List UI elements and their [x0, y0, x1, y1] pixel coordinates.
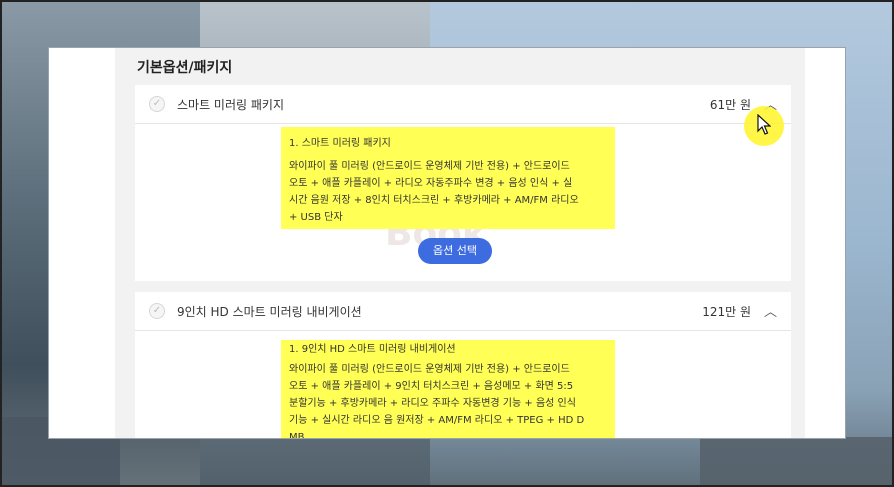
- detail-line: 와이파이 풀 미러링 (안드로이드 운영체제 기반 전용) + 안드로이드: [289, 161, 570, 172]
- package-card-header[interactable]: ✓ 9인치 HD 스마트 미러링 내비게이션 121만 원 ︿: [135, 292, 791, 331]
- package-card: ✓ 스마트 미러링 패키지 61만 원 ︿ Book 1. 스마트 미러링 패키…: [135, 85, 791, 281]
- detail-line: 기능 + 실시간 라디오 음 원저장 + AM/FM 라디오 + TPEG + …: [289, 415, 585, 426]
- check-circle-icon[interactable]: ✓: [149, 303, 165, 319]
- package-name: 9인치 HD 스마트 미러링 내비게이션: [177, 305, 362, 319]
- options-panel: 기본옵션/패키지 ✓ 스마트 미러링 패키지 61만 원 ︿ Book 1. 스…: [115, 48, 805, 439]
- check-circle-icon[interactable]: ✓: [149, 96, 165, 112]
- package-price: 121만 원: [702, 305, 751, 319]
- section-title: 기본옵션/패키지: [137, 60, 233, 76]
- detail-line: 시간 음원 저장 + 8인치 터치스크린 + 후방카메라 + AM/FM 라디오: [289, 195, 579, 206]
- background-building: [700, 437, 894, 487]
- detail-line: 분할기능 + 후방카메라 + 라디오 주파수 자동변경 기능 + 음성 인식: [289, 398, 576, 409]
- content-window: 기본옵션/패키지 ✓ 스마트 미러링 패키지 61만 원 ︿ Book 1. 스…: [48, 47, 846, 439]
- detail-line: 오토 + 애플 카플레이 + 9인치 터치스크린 + 음성메모 + 화면 5:5: [289, 381, 574, 392]
- package-detail-highlight: 1. 9인치 HD 스마트 미러링 내비게이션 와이파이 풀 미러링 (안드로이…: [281, 340, 615, 439]
- detail-line: 오토 + 애플 카플레이 + 라디오 자동주파수 변경 + 음성 인식 + 실: [289, 178, 573, 189]
- package-card-header[interactable]: ✓ 스마트 미러링 패키지 61만 원 ︿: [135, 85, 791, 124]
- chevron-up-icon[interactable]: ︿: [764, 301, 777, 320]
- package-price: 61만 원: [709, 98, 751, 112]
- package-detail-highlight: 1. 스마트 미러링 패키지 와이파이 풀 미러링 (안드로이드 운영체제 기반…: [281, 127, 615, 229]
- detail-line: + USB 단자: [289, 212, 343, 223]
- mouse-pointer-icon: [744, 106, 784, 146]
- detail-line: 와이파이 풀 미러링 (안드로이드 운영체제 기반 전용) + 안드로이드: [289, 364, 570, 375]
- option-select-button[interactable]: 옵션 선택: [418, 238, 492, 264]
- package-name: 스마트 미러링 패키지: [177, 98, 284, 112]
- detail-title: 1. 스마트 미러링 패키지: [289, 138, 391, 149]
- detail-line: MB: [289, 432, 305, 439]
- package-card: ✓ 9인치 HD 스마트 미러링 내비게이션 121만 원 ︿ 1. 9인치 H…: [135, 292, 791, 439]
- detail-title: 1. 9인치 HD 스마트 미러링 내비게이션: [289, 344, 456, 355]
